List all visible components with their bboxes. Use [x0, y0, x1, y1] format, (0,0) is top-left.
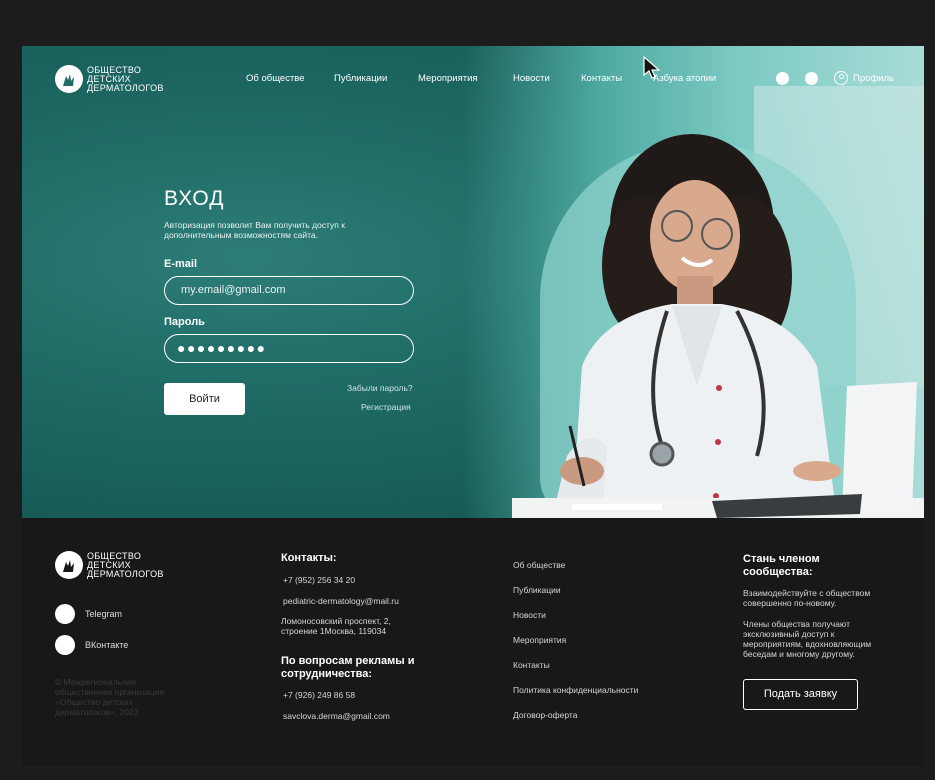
- social-telegram[interactable]: Telegram: [55, 604, 122, 624]
- ads-email[interactable]: savclova.derma@gmail.com: [283, 711, 390, 721]
- apply-button[interactable]: Подать заявку: [743, 679, 858, 710]
- contacts-heading: Контакты:: [281, 552, 337, 564]
- ads-phone[interactable]: +7 (926) 249 86 58: [283, 690, 355, 700]
- footer-logo-text: ОБЩЕСТВО ДЕТСКИХ ДЕРМАТОЛОГОВ: [87, 550, 164, 579]
- social-vkontakte[interactable]: ВКонтакте: [55, 635, 128, 655]
- profile-label: Профиль: [853, 72, 895, 84]
- contact-email[interactable]: pediatric-dermatology@mail.ru: [283, 596, 399, 606]
- password-field[interactable]: ●●●●●●●●●: [164, 334, 414, 363]
- copyright: © Межрегиональная общественная организац…: [55, 677, 164, 717]
- footer-link-events[interactable]: Мероприятия: [513, 635, 566, 645]
- hero-section: ОБЩЕСТВО ДЕТСКИХ ДЕРМАТОЛОГОВ Об обществ…: [22, 46, 924, 518]
- nav-about[interactable]: Об обществе: [246, 73, 305, 84]
- nav-events[interactable]: Мероприятия: [418, 73, 478, 84]
- doctor-photo: [512, 134, 924, 518]
- logo-hands-icon: [55, 65, 83, 93]
- footer-link-contacts[interactable]: Контакты: [513, 660, 550, 670]
- password-label: Пароль: [164, 316, 205, 328]
- logo-hands-icon: [55, 551, 83, 579]
- join-heading: Стань членом сообщества:: [743, 553, 820, 578]
- register-link[interactable]: Регистрация: [361, 402, 411, 412]
- contact-address: Ломоносовский проспект, 2, строение 1Мос…: [281, 616, 391, 636]
- login-button[interactable]: Войти: [164, 383, 245, 415]
- mouse-cursor-icon: [643, 56, 661, 79]
- contact-phone[interactable]: +7 (952) 256 34 20: [283, 575, 355, 585]
- theme-toggle-icon[interactable]: [776, 72, 789, 85]
- nav-news[interactable]: Новости: [513, 73, 550, 84]
- footer-link-privacy[interactable]: Политика конфиденциальности: [513, 685, 638, 695]
- email-field[interactable]: my.email@gmail.com: [164, 276, 414, 305]
- join-text-2: Члены общества получают эксклюзивный дос…: [743, 619, 872, 659]
- nav-atopy-abc[interactable]: Азбука атопии: [653, 73, 716, 84]
- email-label: E-mail: [164, 258, 198, 270]
- user-icon: [834, 71, 848, 85]
- login-subtitle: Авторизация позволит Вам получить доступ…: [164, 220, 345, 240]
- login-title: ВХОД: [164, 187, 225, 210]
- page-frame: ОБЩЕСТВО ДЕТСКИХ ДЕРМАТОЛОГОВ Об обществ…: [22, 46, 924, 766]
- logo[interactable]: ОБЩЕСТВО ДЕТСКИХ ДЕРМАТОЛОГОВ: [55, 65, 164, 93]
- footer-link-offer[interactable]: Договор-оферта: [513, 710, 577, 720]
- logo-text: ОБЩЕСТВО ДЕТСКИХ ДЕРМАТОЛОГОВ: [87, 64, 164, 93]
- language-toggle-icon[interactable]: [805, 72, 818, 85]
- footer-link-about[interactable]: Об обществе: [513, 560, 565, 570]
- telegram-icon: [55, 604, 75, 624]
- footer-link-news[interactable]: Новости: [513, 610, 546, 620]
- nav-publications[interactable]: Публикации: [334, 73, 387, 84]
- profile-link[interactable]: Профиль: [834, 71, 894, 85]
- footer-logo[interactable]: ОБЩЕСТВО ДЕТСКИХ ДЕРМАТОЛОГОВ: [55, 551, 164, 579]
- footer-link-publications[interactable]: Публикации: [513, 585, 561, 595]
- nav-contacts[interactable]: Контакты: [581, 73, 622, 84]
- forgot-password-link[interactable]: Забыли пароль?: [347, 383, 413, 393]
- ads-heading: По вопросам рекламы и сотрудничества:: [281, 655, 415, 680]
- vk-icon: [55, 635, 75, 655]
- join-text-1: Взаимодействуйте с обществом совершенно …: [743, 588, 871, 608]
